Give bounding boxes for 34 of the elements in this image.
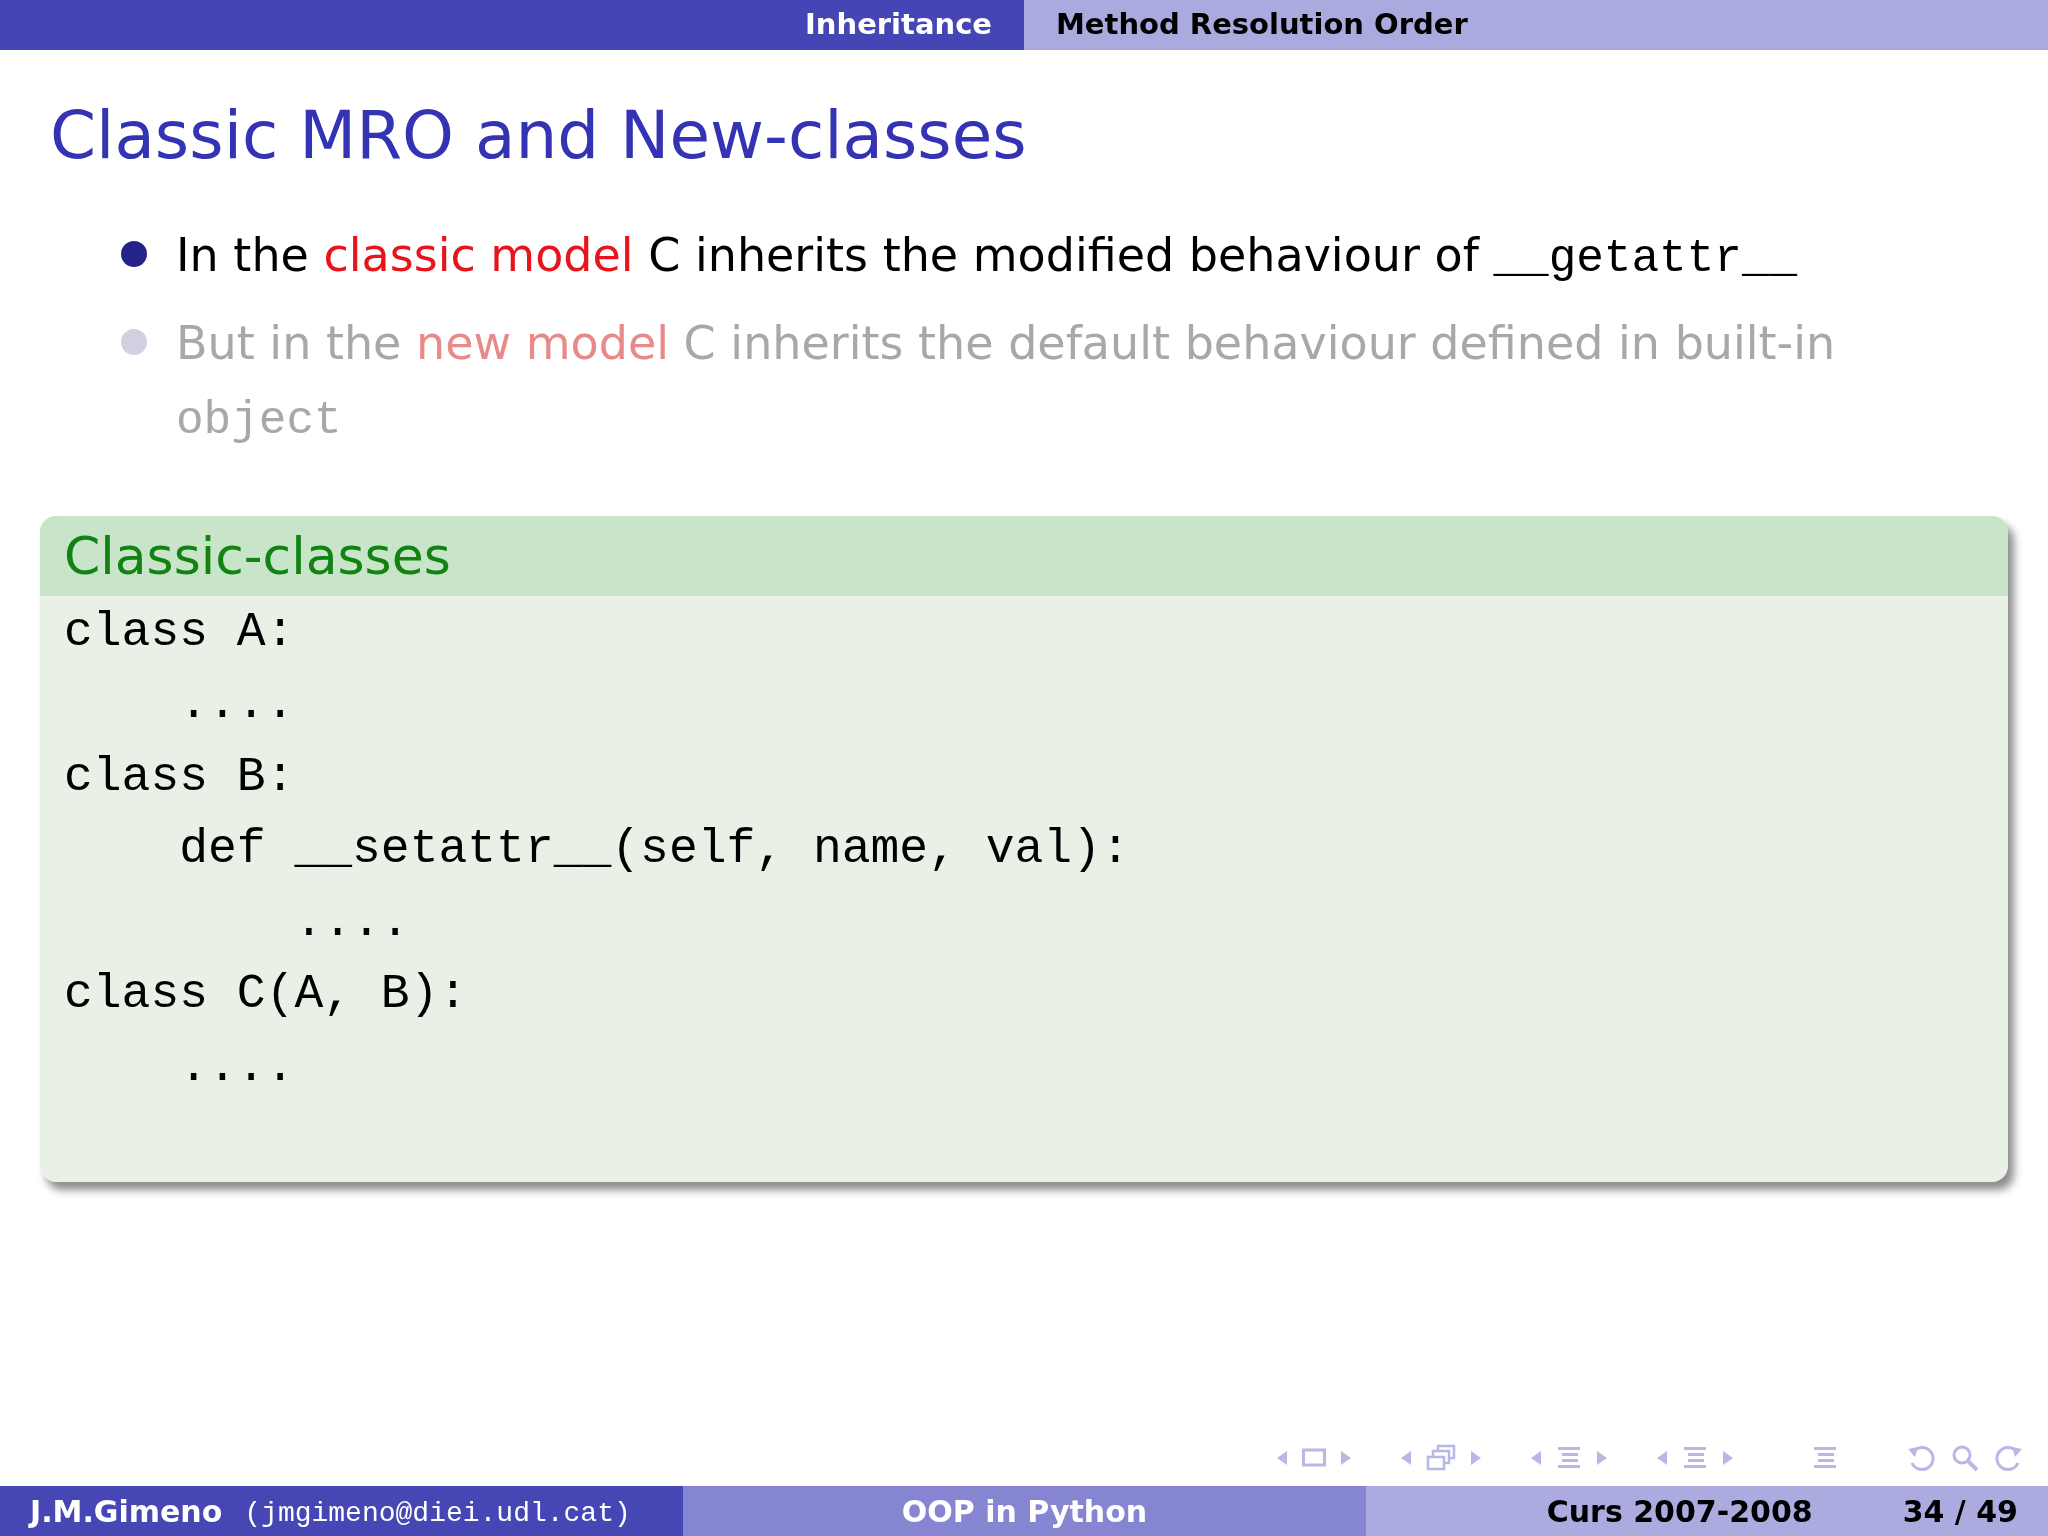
code-line: class C(A, B): (64, 966, 468, 1023)
right-arrow-icon[interactable] (1340, 1450, 1352, 1466)
lines-icon[interactable] (1812, 1445, 1838, 1471)
section-icon[interactable] (1556, 1445, 1582, 1471)
undo-icon[interactable] (1906, 1443, 1936, 1473)
bullet-text: In the classic model C inherits the modified behaviour of __getattr__ (176, 226, 1798, 287)
search-icon[interactable] (1950, 1443, 1980, 1473)
code-line: class B: (64, 748, 295, 806)
frame-icon[interactable] (1302, 1448, 1326, 1468)
right-arrow-icon[interactable] (1596, 1450, 1608, 1466)
section-tab[interactable]: Method Resolution Order (1024, 0, 2048, 50)
bullet-text: But in the new model C inherits the default behaviour defined in built-in object (176, 314, 1837, 449)
section-tab[interactable]: Inheritance (0, 0, 1024, 50)
course-label: Curs 2007-2008 (1546, 1492, 1813, 1531)
stacked-frames-icon[interactable] (1426, 1444, 1456, 1472)
slide-title: Classic MRO and New-classes (50, 96, 1027, 176)
code-line: class A: (64, 603, 295, 661)
right-arrow-icon[interactable] (1722, 1450, 1734, 1466)
left-arrow-icon[interactable] (1400, 1450, 1412, 1466)
code-line: def __setattr__(self, name, val): (178, 821, 1130, 878)
code-line: .... (178, 676, 295, 733)
page-number: 34 / 49 (1902, 1492, 2018, 1531)
right-arrow-icon[interactable] (1470, 1450, 1482, 1466)
code-line: .... (178, 1038, 295, 1096)
left-arrow-icon[interactable] (1276, 1450, 1288, 1466)
presentation-title: OOP in Python (901, 1492, 1148, 1531)
author-name: J.M.Gimeno (30, 1492, 223, 1531)
left-arrow-icon[interactable] (1656, 1450, 1668, 1466)
author-email: (jmgimeno@diei.udl.cat) (244, 1496, 631, 1531)
code-line: .... (293, 893, 410, 951)
subsection-icon[interactable] (1682, 1445, 1708, 1471)
redo-icon[interactable] (1994, 1443, 2024, 1473)
left-arrow-icon[interactable] (1530, 1450, 1542, 1466)
block-title: Classic-classes (64, 524, 451, 588)
